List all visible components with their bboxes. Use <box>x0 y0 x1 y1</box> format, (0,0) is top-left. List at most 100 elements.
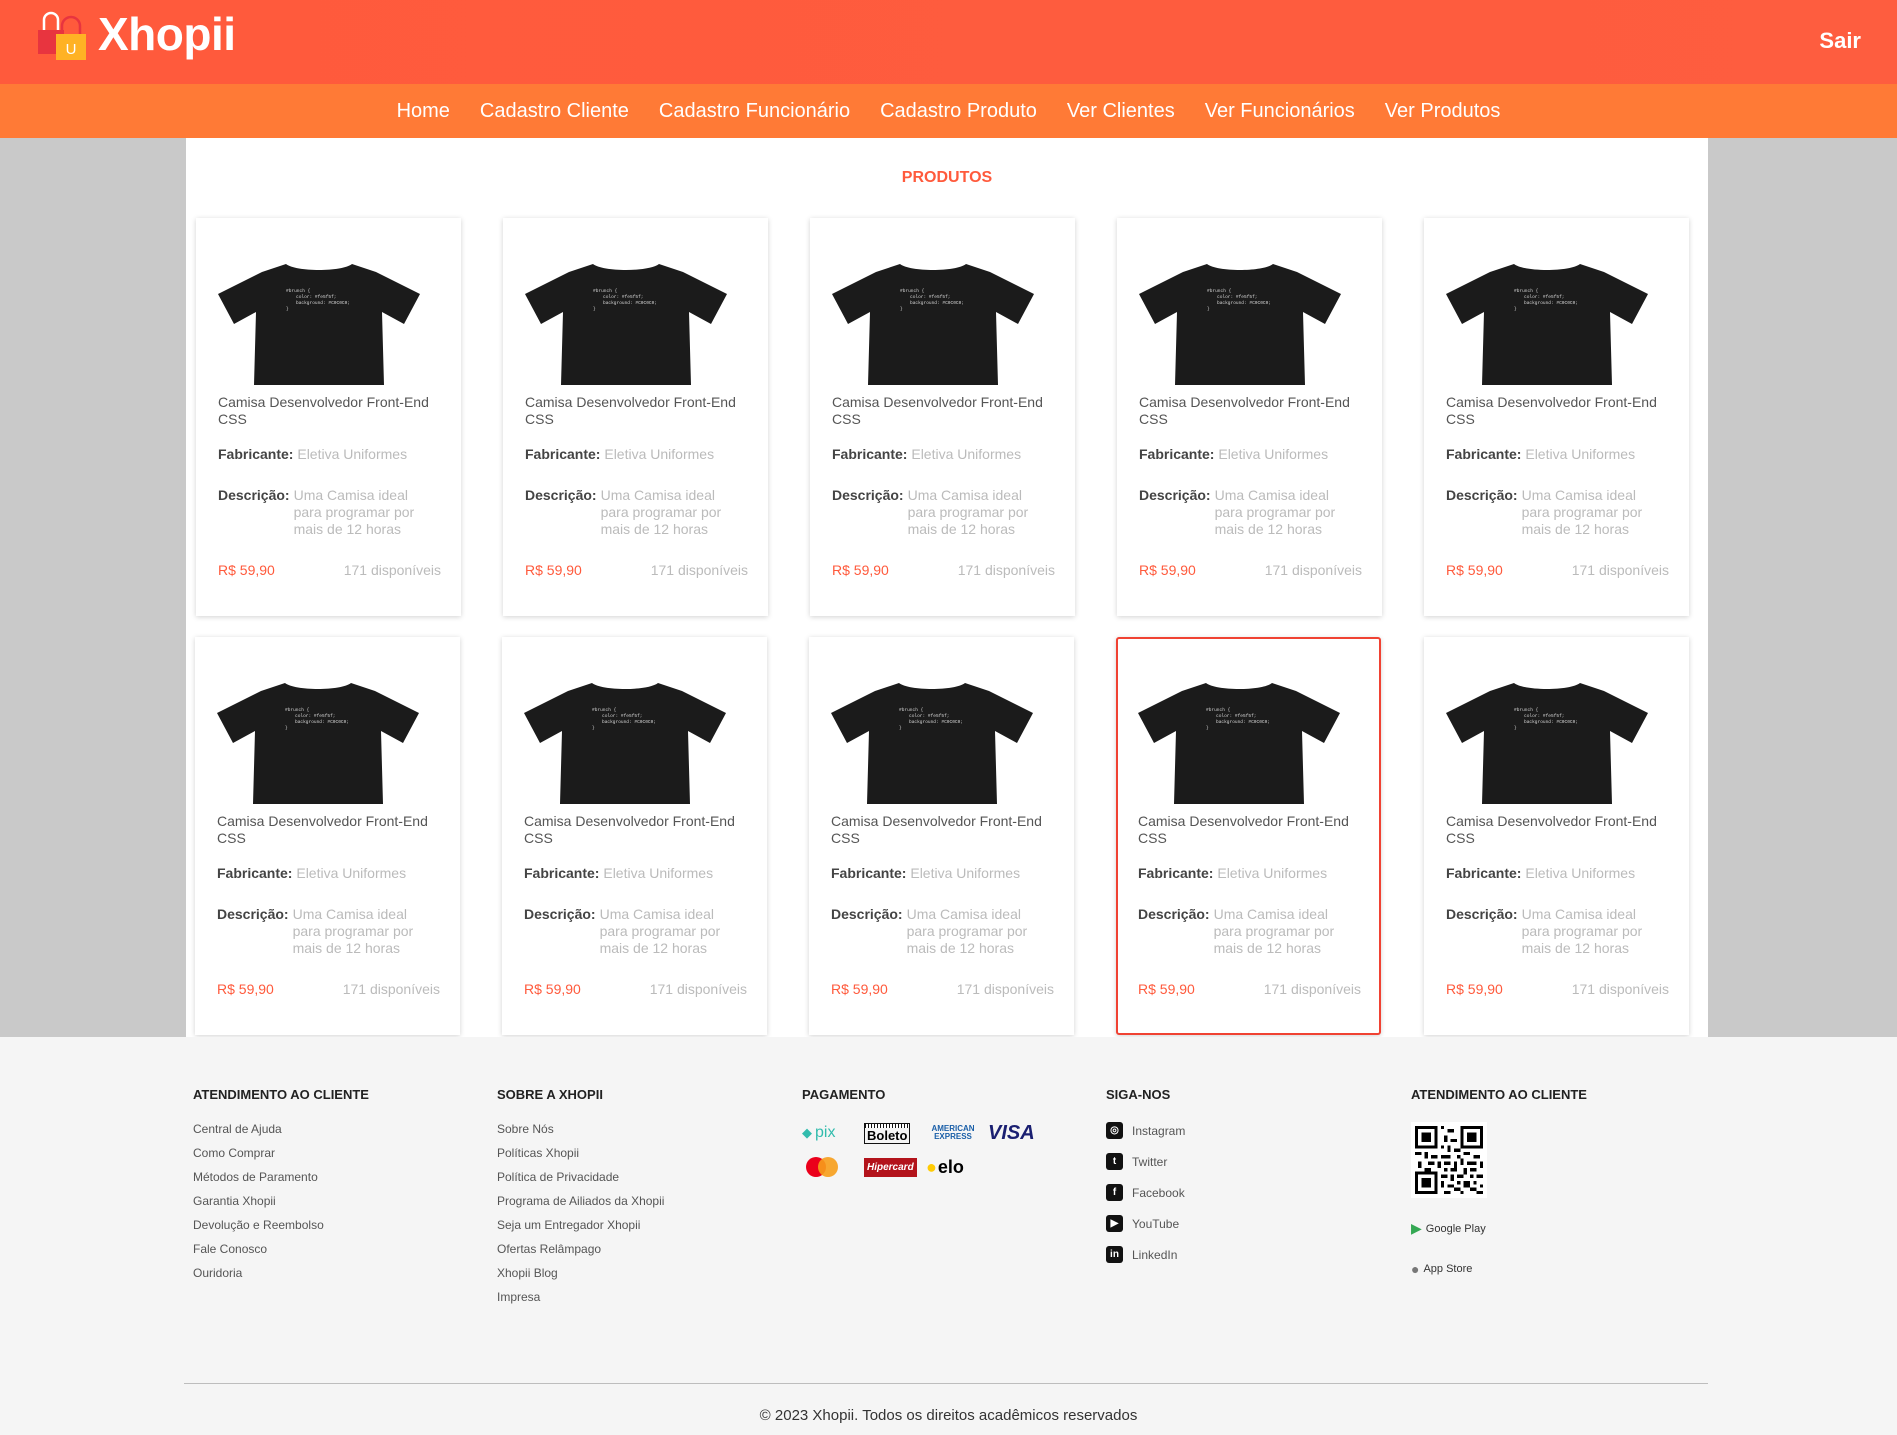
footer-link-central-ajuda[interactable]: Central de Ajuda <box>193 1122 369 1136</box>
amex-logo: AMERICAN EXPRESS <box>931 1124 975 1141</box>
shirt-code-line: #brunch { <box>1206 707 1231 713</box>
product-card[interactable]: #brunch {color: #fe5f5f; background: #C0C… <box>502 637 767 1035</box>
nav-cadastro-produto[interactable]: Cadastro Produto <box>865 100 1052 123</box>
description-label: Descrição: <box>218 487 290 503</box>
shirt-code-line: color: #fe5f5f; <box>1216 713 1257 719</box>
product-card[interactable]: #brunch {color: #fe5f5f; background: #C0C… <box>196 218 461 616</box>
description-value: Uma Camisa ideal para programar por mais… <box>600 487 722 537</box>
shirt-code-line: color: #fe5f5f; <box>910 294 951 300</box>
footer-link-ofertas[interactable]: Ofertas Relâmpago <box>497 1242 664 1256</box>
footer-link-politicas[interactable]: Políticas Xhopii <box>497 1146 664 1160</box>
product-stock: 171 disponíveis <box>1571 981 1669 997</box>
tshirt-image: #brunch {color: #fe5f5f;background: #C0C… <box>524 683 726 804</box>
manufacturer-label: Fabricante: <box>524 865 600 881</box>
tshirt-image: #brunch {color: #fe5f5f;background: #C0C… <box>1138 683 1340 804</box>
product-price: R$ 59,90 <box>525 562 582 578</box>
nav-home[interactable]: Home <box>382 100 465 123</box>
manufacturer-value: Eletiva Uniformes <box>604 446 715 462</box>
footer-link-entregador[interactable]: Seja um Entregador Xhopii <box>497 1218 664 1232</box>
footer-link-fale-conosco[interactable]: Fale Conosco <box>193 1242 369 1256</box>
footer-link-ouvidoria[interactable]: Ouridoria <box>193 1266 369 1280</box>
product-name: Camisa Desenvolvedor Front-End CSS <box>524 813 735 846</box>
footer: ATENDIMENTO AO CLIENTE Central de Ajuda … <box>0 1037 1897 1435</box>
product-price: R$ 59,90 <box>832 562 889 578</box>
social-instagram[interactable]: ◎ Instagram <box>1106 1122 1185 1139</box>
footer-link-garantia[interactable]: Garantia Xhopii <box>193 1194 369 1208</box>
product-card[interactable]: #brunch {color: #fe5f5f; background: #C0C… <box>195 637 460 1035</box>
product-stock: 171 disponíveis <box>343 562 441 578</box>
manufacturer-value: Eletiva Uniformes <box>297 446 408 462</box>
logo[interactable]: U Xhopii <box>36 6 236 62</box>
social-youtube[interactable]: ▶ YouTube <box>1106 1215 1185 1232</box>
product-price: R$ 59,90 <box>1446 562 1503 578</box>
shirt-code-line: } <box>1207 306 1210 312</box>
social-twitter[interactable]: t Twitter <box>1106 1153 1185 1170</box>
product-price: R$ 59,90 <box>1446 981 1503 997</box>
product-name: Camisa Desenvolvedor Front-End CSS <box>1446 813 1657 846</box>
product-description: Descrição: Uma Camisa ideal para programa… <box>1446 906 1654 957</box>
description-value: Uma Camisa ideal para programar por mais… <box>293 487 415 537</box>
description-label: Descrição: <box>524 906 596 922</box>
tshirt-image: #brunch {color: #fe5f5f;background: #C0C… <box>832 264 1034 385</box>
product-card[interactable]: #brunch {color: #fe5f5f; background: #C0C… <box>1116 637 1381 1035</box>
description-label: Descrição: <box>1446 487 1518 503</box>
tshirt-image: #brunch {color: #fe5f5f;background: #C0C… <box>1446 264 1648 385</box>
nav-cadastro-funcionario[interactable]: Cadastro Funcionário <box>644 100 865 123</box>
app-store-button[interactable]: ● App Store <box>1411 1261 1587 1277</box>
shirt-code-line: color: #fe5f5f; <box>909 713 950 719</box>
hipercard-logo: Hipercard <box>864 1156 926 1178</box>
footer-link-blog[interactable]: Xhopii Blog <box>497 1266 664 1280</box>
shirt-code-line: #brunch { <box>1514 288 1539 294</box>
google-play-button[interactable]: ▶ Google Play <box>1411 1220 1587 1237</box>
shirt-code-line: background: #C0C0C0; <box>602 719 656 725</box>
product-card[interactable]: #brunch {color: #fe5f5f; background: #C0C… <box>1424 637 1689 1035</box>
shirt-code-line: } <box>899 725 902 731</box>
main-nav: Home Cadastro Cliente Cadastro Funcionár… <box>0 84 1897 138</box>
page-title: PRODUTOS <box>901 169 993 186</box>
nav-ver-clientes[interactable]: Ver Clientes <box>1052 100 1190 123</box>
shirt-code-line: background: #C0C0C0; <box>909 719 963 725</box>
description-value: Uma Camisa ideal para programar por mais… <box>1521 906 1643 956</box>
footer-link-afiliados[interactable]: Programa de Ailiados da Xhopii <box>497 1194 664 1208</box>
manufacturer-label: Fabricante: <box>832 446 908 462</box>
pix-logo: ◆ pix <box>802 1124 836 1141</box>
product-manufacturer: Fabricante: Eletiva Uniformes <box>1139 446 1328 462</box>
shirt-code-line: background: #C0C0C0; <box>1524 719 1578 725</box>
product-card[interactable]: #brunch {color: #fe5f5f; background: #C0C… <box>503 218 768 616</box>
product-card[interactable]: #brunch {color: #fe5f5f; background: #C0C… <box>810 218 1075 616</box>
facebook-icon: f <box>1106 1184 1123 1201</box>
product-description: Descrição: Uma Camisa ideal para programa… <box>1446 487 1654 538</box>
footer-heading: ATENDIMENTO AO CLIENTE <box>1411 1087 1587 1102</box>
product-manufacturer: Fabricante: Eletiva Uniformes <box>1138 865 1327 881</box>
product-name: Camisa Desenvolvedor Front-End CSS <box>831 813 1042 846</box>
product-card[interactable]: #brunch {color: #fe5f5f; background: #C0C… <box>809 637 1074 1035</box>
footer-link-como-comprar[interactable]: Como Comprar <box>193 1146 369 1160</box>
description-label: Descrição: <box>831 906 903 922</box>
footer-link-privacidade[interactable]: Política de Privacidade <box>497 1170 664 1184</box>
shirt-code-line: background: #C0C0C0; <box>296 300 350 306</box>
footer-heading: SIGA-NOS <box>1106 1087 1171 1102</box>
product-price: R$ 59,90 <box>1139 562 1196 578</box>
product-card[interactable]: #brunch {color: #fe5f5f; background: #C0C… <box>1117 218 1382 616</box>
product-name: Camisa Desenvolvedor Front-End CSS <box>1446 394 1657 427</box>
product-description: Descrição: Uma Camisa ideal para programa… <box>831 906 1039 957</box>
nav-ver-funcionarios[interactable]: Ver Funcionários <box>1190 100 1370 123</box>
shirt-code-line: #brunch { <box>900 288 925 294</box>
nav-cadastro-cliente[interactable]: Cadastro Cliente <box>465 100 644 123</box>
description-value: Uma Camisa ideal para programar por mais… <box>1521 487 1643 537</box>
footer-link-devolucao[interactable]: Devolução e Reembolso <box>193 1218 369 1232</box>
product-card[interactable]: #brunch {color: #fe5f5f; background: #C0C… <box>1424 218 1689 616</box>
social-facebook[interactable]: f Facebook <box>1106 1184 1185 1201</box>
footer-link-imprensa[interactable]: Impresa <box>497 1290 664 1304</box>
shirt-code-line: } <box>593 306 596 312</box>
product-name: Camisa Desenvolvedor Front-End CSS <box>217 813 428 846</box>
social-linkedin[interactable]: in LinkedIn <box>1106 1246 1185 1263</box>
logout-button[interactable]: Sair <box>1819 28 1861 54</box>
footer-link-metodos[interactable]: Métodos de Paramento <box>193 1170 369 1184</box>
product-price: R$ 59,90 <box>831 981 888 997</box>
manufacturer-value: Eletiva Uniformes <box>296 865 407 881</box>
linkedin-icon: in <box>1106 1246 1123 1263</box>
nav-ver-produtos[interactable]: Ver Produtos <box>1370 100 1516 123</box>
footer-link-sobre-nos[interactable]: Sobre Nós <box>497 1122 664 1136</box>
manufacturer-value: Eletiva Uniformes <box>1525 865 1636 881</box>
